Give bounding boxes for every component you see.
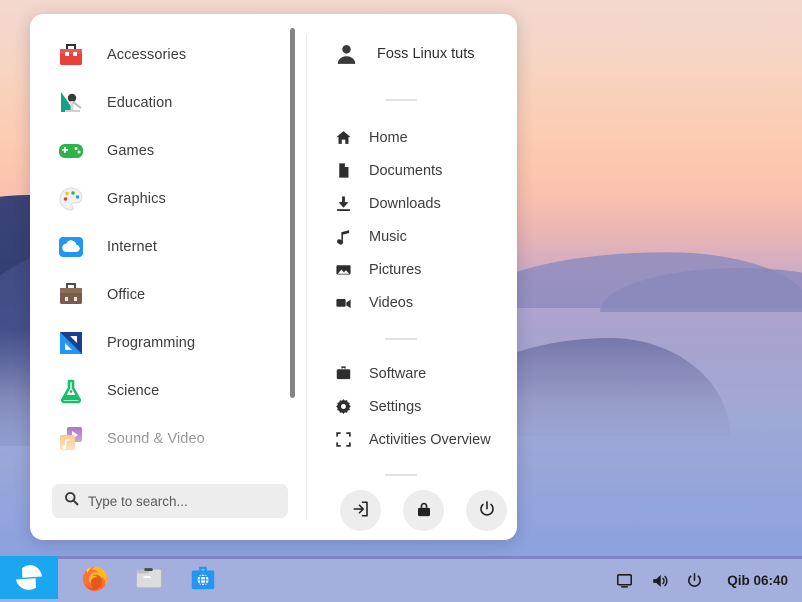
power-icon	[478, 500, 496, 521]
divider-2	[385, 338, 417, 340]
flask-icon	[56, 376, 86, 406]
place-label: Downloads	[369, 195, 441, 212]
briefcase-icon	[56, 280, 86, 310]
category-label: Sound & Video	[107, 431, 205, 447]
places-column: Foss Linux tuts Home Documents Downloads…	[306, 14, 517, 540]
file-manager-icon	[134, 563, 164, 598]
music-note-icon	[335, 228, 352, 245]
image-icon	[335, 261, 352, 278]
gamepad-icon	[56, 136, 86, 166]
category-item-internet[interactable]: Internet	[30, 223, 306, 271]
programming-icon	[56, 328, 86, 358]
place-label: Music	[369, 228, 407, 245]
wallpaper-ridge-far2	[600, 268, 802, 312]
place-label: Pictures	[369, 261, 422, 278]
education-icon	[56, 88, 86, 118]
search-placeholder: Type to search...	[88, 493, 188, 509]
system-item-activities-overview[interactable]: Activities Overview	[329, 423, 517, 456]
search-area: Type to search...	[30, 476, 306, 540]
system-label: Software	[369, 365, 427, 382]
toolbox-icon	[56, 40, 86, 70]
category-label: Science	[107, 383, 160, 399]
software-store-icon	[188, 563, 218, 598]
place-item-pictures[interactable]: Pictures	[329, 253, 517, 286]
category-item-programming[interactable]: Programming	[30, 319, 306, 367]
taskbar-item-files[interactable]	[122, 559, 176, 602]
place-item-documents[interactable]: Documents	[329, 154, 517, 187]
category-list[interactable]: Accessories Education Games Graphics Int…	[30, 14, 306, 476]
category-scrollbar[interactable]	[290, 28, 295, 420]
placeholder-icon	[56, 472, 86, 476]
firefox-icon	[80, 563, 110, 598]
user-row[interactable]: Foss Linux tuts	[329, 31, 517, 77]
lock-button[interactable]	[403, 490, 444, 531]
category-label: Accessories	[107, 47, 187, 63]
category-item-sound-and-video[interactable]: Sound & Video	[30, 415, 306, 463]
lock-icon	[415, 500, 433, 521]
display-icon[interactable]	[615, 571, 634, 590]
place-item-home[interactable]: Home	[329, 121, 517, 154]
wallpaper-ridge-far	[470, 252, 802, 308]
document-icon	[335, 162, 352, 179]
divider-1	[385, 99, 417, 101]
search-input[interactable]: Type to search...	[52, 484, 288, 518]
category-label: Internet	[107, 239, 157, 255]
taskbar: Qib 06:40	[0, 556, 802, 602]
taskbar-item-software[interactable]	[176, 559, 230, 602]
gear-icon	[335, 398, 352, 415]
expand-icon	[335, 431, 352, 448]
place-item-music[interactable]: Music	[329, 220, 517, 253]
log-out-button[interactable]	[340, 490, 381, 531]
category-label: Office	[107, 287, 146, 303]
category-item-graphics[interactable]: Graphics	[30, 175, 306, 223]
category-item-office[interactable]: Office	[30, 271, 306, 319]
clock[interactable]: Qib 06:40	[727, 573, 788, 588]
user-name: Foss Linux tuts	[377, 46, 475, 62]
briefcase-solid-icon	[335, 365, 352, 382]
system-label: Activities Overview	[369, 431, 491, 448]
category-item-accessories[interactable]: Accessories	[30, 31, 306, 79]
category-label: Graphics	[107, 191, 166, 207]
power-button[interactable]	[466, 490, 507, 531]
category-item-games[interactable]: Games	[30, 127, 306, 175]
zorin-start-button[interactable]	[0, 556, 58, 599]
category-item-education[interactable]: Education	[30, 79, 306, 127]
search-icon	[64, 491, 79, 511]
cloud-icon	[56, 232, 86, 262]
system-item-settings[interactable]: Settings	[329, 390, 517, 423]
power-tray-icon[interactable]	[685, 571, 704, 590]
music-video-icon	[56, 424, 86, 454]
logout-icon	[352, 500, 370, 521]
volume-icon[interactable]	[650, 571, 669, 590]
scrollbar-thumb[interactable]	[290, 28, 295, 398]
place-item-downloads[interactable]: Downloads	[329, 187, 517, 220]
palette-icon	[56, 184, 86, 214]
application-menu-panel: Accessories Education Games Graphics Int…	[30, 14, 517, 540]
home-icon	[335, 129, 352, 146]
category-item-overflow[interactable]	[30, 463, 306, 476]
place-label: Documents	[369, 162, 443, 179]
category-column: Accessories Education Games Graphics Int…	[30, 14, 306, 540]
category-label: Games	[107, 143, 155, 159]
taskbar-item-firefox[interactable]	[68, 559, 122, 602]
category-label: Programming	[107, 335, 196, 351]
desktop: Accessories Education Games Graphics Int…	[0, 0, 802, 602]
place-label: Home	[369, 129, 408, 146]
taskbar-launchers	[58, 559, 230, 602]
system-tray: Qib 06:40	[615, 571, 802, 590]
download-icon	[335, 195, 352, 212]
person-icon	[333, 41, 359, 67]
place-item-videos[interactable]: Videos	[329, 286, 517, 319]
category-item-science[interactable]: Science	[30, 367, 306, 415]
session-actions	[329, 490, 517, 531]
zorin-logo-icon	[14, 563, 44, 596]
video-camera-icon	[335, 294, 352, 311]
place-label: Videos	[369, 294, 414, 311]
category-label: Education	[107, 95, 173, 111]
divider-3	[385, 474, 417, 476]
system-label: Settings	[369, 398, 422, 415]
system-item-software[interactable]: Software	[329, 357, 517, 390]
